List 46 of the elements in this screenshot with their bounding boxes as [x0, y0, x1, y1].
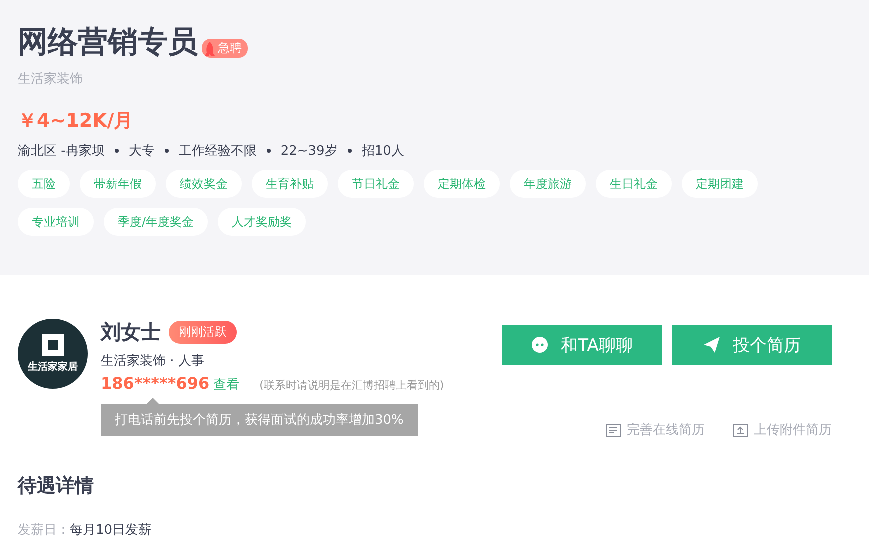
benefit-tag: 人才奖励奖: [218, 208, 306, 236]
contact-note: (联系时请说明是在汇博招聘上看到的): [260, 378, 444, 393]
separator-dot: [164, 149, 169, 153]
job-detail: 工作经验不限: [178, 143, 257, 160]
benefit-tag: 生育补贴: [252, 170, 328, 198]
square-logo-icon: [42, 334, 64, 356]
upload-resume-link[interactable]: 上传附件简历: [733, 421, 832, 439]
chat-button[interactable]: 和TA聊聊: [502, 325, 662, 365]
job-detail: 大专: [128, 143, 155, 160]
field-value: 每月10日发薪: [70, 522, 152, 539]
recruiter-name: 刘女士: [101, 319, 161, 346]
benefit-tag: 定期体检: [424, 170, 500, 198]
status-badge: 刚刚活跃: [169, 321, 237, 344]
benefit-tag: 年度旅游: [510, 170, 586, 198]
urgent-label: 急聘: [218, 40, 242, 57]
benefit-tag: 生日礼金: [596, 170, 672, 198]
edit-resume-link[interactable]: 完善在线简历: [606, 421, 705, 439]
benefit-tag: 节日礼金: [338, 170, 414, 198]
job-title: 网络营销专员: [18, 24, 198, 62]
benefit-tag: 定期团建: [682, 170, 758, 198]
send-resume-button[interactable]: 投个简历: [672, 325, 832, 365]
rocket-icon: [204, 42, 216, 56]
upload-icon: [733, 424, 748, 436]
benefit-tag: 绩效奖金: [166, 170, 242, 198]
salary: ￥4~12K/月: [18, 109, 134, 134]
job-detail: 渝北区 -冉家坝: [18, 143, 105, 160]
tooltip-pointer: [147, 398, 159, 404]
benefit-tag: 五险: [18, 170, 70, 198]
job-detail: 22~39岁: [280, 143, 338, 160]
separator-dot: [114, 149, 119, 153]
logo-text: 生活家家居: [28, 360, 78, 374]
paper-plane-icon: [703, 336, 721, 354]
job-detail: 招10人: [362, 143, 404, 160]
separator-dot: [266, 149, 271, 153]
document-icon: [606, 424, 621, 436]
chat-icon: [531, 336, 550, 354]
benefit-tag: 季度/年度奖金: [104, 208, 208, 236]
view-link[interactable]: 查看: [214, 376, 240, 394]
benefit-tag: 专业培训: [18, 208, 94, 236]
section-heading: 待遇详情: [18, 474, 95, 499]
separator-dot: [348, 149, 352, 153]
field-label: 发薪日：: [18, 522, 70, 539]
benefit-tag: 带薪年假: [80, 170, 156, 198]
recruiter-role: 生活家装饰 · 人事: [101, 353, 206, 370]
phone-number: 186*****696: [101, 374, 210, 393]
company-name: 生活家装饰: [18, 71, 84, 88]
